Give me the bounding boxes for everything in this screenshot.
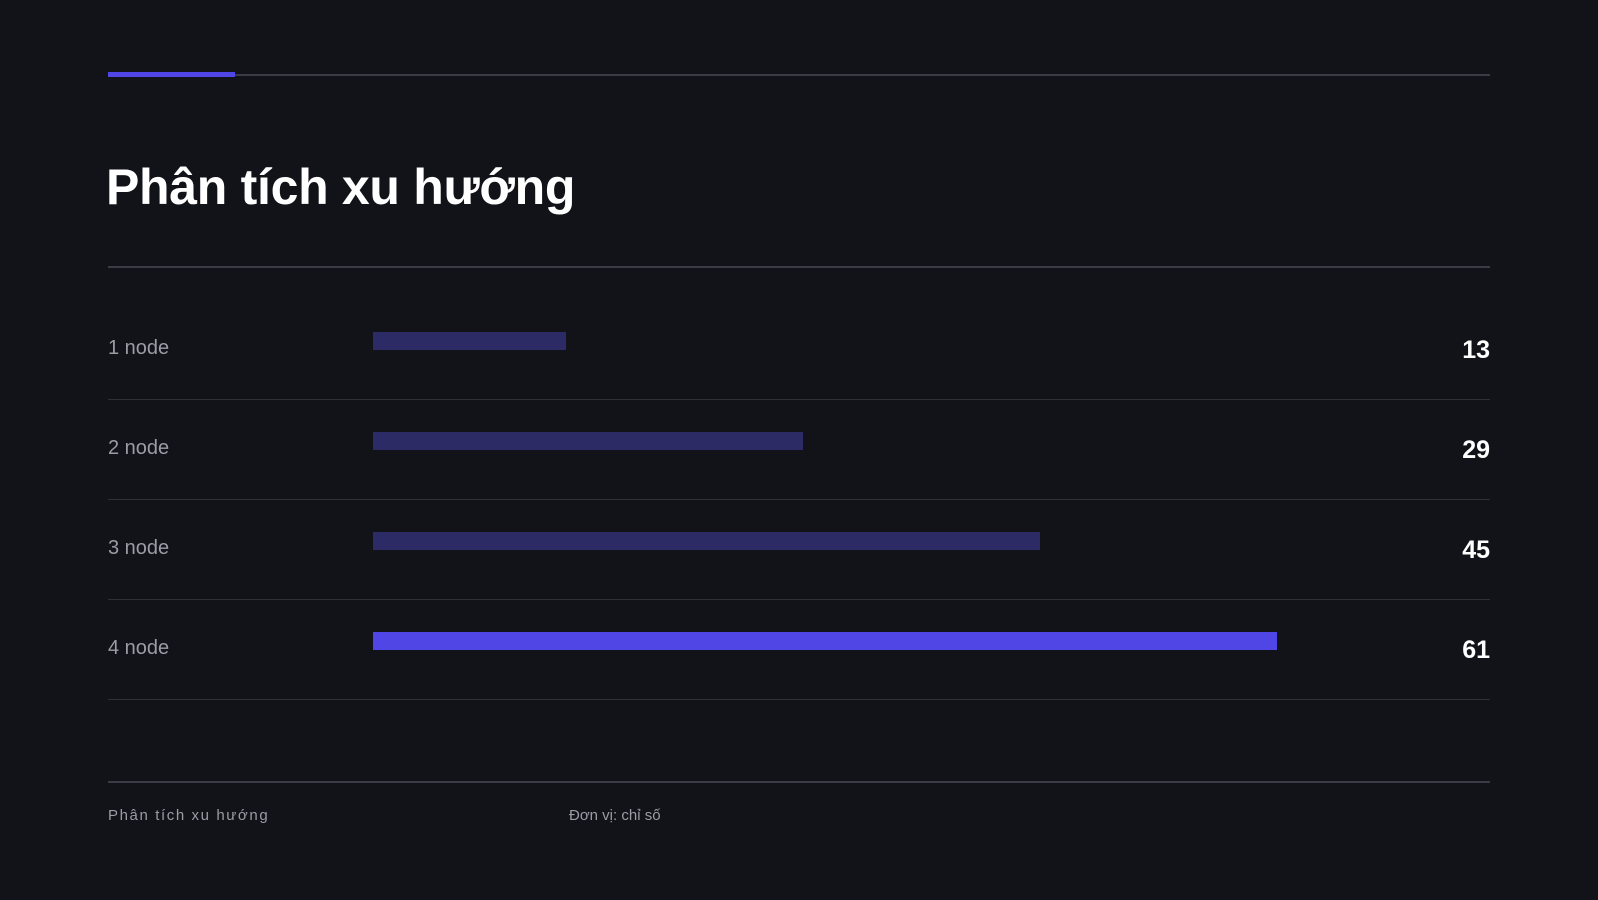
value-label: 61	[1462, 636, 1490, 664]
top-rule	[108, 74, 1490, 76]
chart-row: 3 node 45	[108, 500, 1490, 600]
chart-slide: Phân tích xu hướng 1 node 13 2 node 29 3 nod…	[0, 0, 1598, 900]
page-title: Phân tích xu hướng	[106, 159, 576, 215]
chart-row: 2 node 29	[108, 400, 1490, 500]
value-label: 29	[1462, 436, 1490, 464]
bar-track	[373, 632, 1373, 650]
chart-row: 4 node 61	[108, 600, 1490, 700]
value-label: 45	[1462, 536, 1490, 564]
value-label: 13	[1462, 336, 1490, 364]
bar	[373, 432, 803, 450]
footer-unit: Đơn vị: chỉ số	[569, 807, 661, 824]
footer-divider	[108, 781, 1490, 783]
bar	[373, 632, 1277, 650]
bar-track	[373, 332, 1373, 350]
footer-label: Phân tích xu hướng	[108, 807, 270, 824]
bar-track	[373, 432, 1373, 450]
chart-row: 1 node 13	[108, 300, 1490, 400]
bar-chart: 1 node 13 2 node 29 3 node 45 4 node 61	[108, 300, 1490, 700]
bar	[373, 332, 566, 350]
category-label: 4 node	[108, 637, 170, 659]
category-label: 3 node	[108, 537, 170, 559]
bar	[373, 532, 1040, 550]
category-label: 1 node	[108, 337, 170, 359]
bar-track	[373, 532, 1373, 550]
header-divider	[108, 266, 1490, 268]
category-label: 2 node	[108, 437, 170, 459]
top-accent-bar	[108, 72, 235, 77]
